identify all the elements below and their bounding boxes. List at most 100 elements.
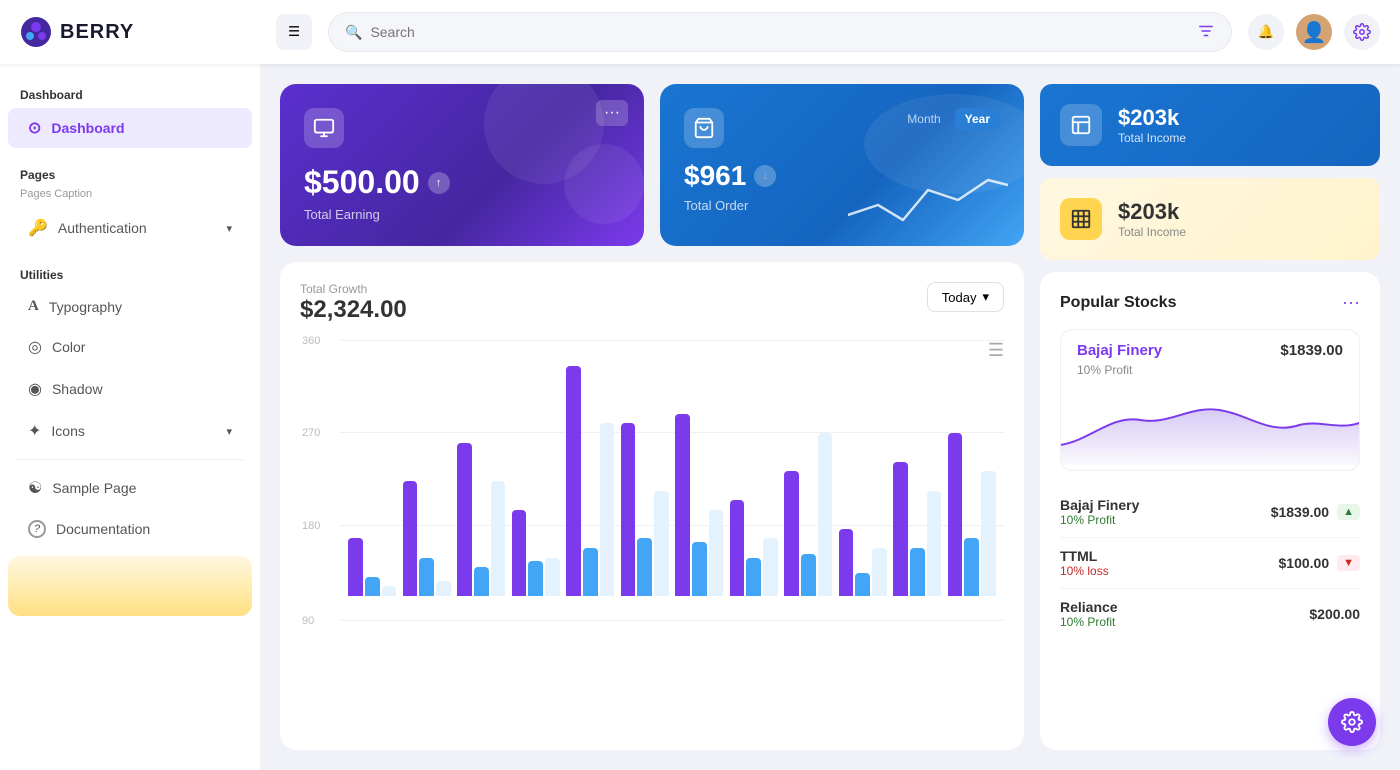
sidebar-item-icons[interactable]: ✦ Icons ▾ [8, 411, 252, 451]
stock-featured: Bajaj Finery $1839.00 10% Profit [1060, 329, 1360, 471]
sidebar-divider [16, 459, 244, 460]
typography-icon: A [28, 298, 39, 315]
bar [964, 538, 979, 596]
earning-card: ··· $500.00 ↑ Total Earning [280, 84, 644, 246]
income-yellow-icon [1060, 198, 1102, 240]
bar [528, 561, 543, 596]
income-blue-label: Total Income [1118, 131, 1186, 145]
bg-decoration-2 [564, 144, 644, 224]
stock-name-1: Bajaj Finery [1060, 497, 1139, 513]
bar [600, 423, 615, 596]
bar [784, 471, 799, 596]
grid-label-90: 90 [302, 615, 314, 627]
featured-stock-name: Bajaj Finery [1077, 342, 1162, 359]
table-row: TTML 10% loss $100.00 ▼ [1060, 538, 1360, 589]
more-button[interactable]: ··· [596, 100, 628, 126]
today-button[interactable]: Today ▾ [927, 282, 1004, 312]
avatar[interactable]: 👤 [1296, 14, 1332, 50]
bar [583, 548, 598, 596]
bar [910, 548, 925, 596]
stock-profit-3: 10% Profit [1060, 615, 1118, 629]
bar [566, 366, 581, 596]
bar [746, 558, 761, 596]
stock-name-3: Reliance [1060, 599, 1118, 615]
sidebar-item-shadow[interactable]: ◉ Shadow [8, 369, 252, 409]
notification-button[interactable]: 🔔 [1248, 14, 1284, 50]
bell-icon: 🔔 [1258, 24, 1275, 40]
order-icon [684, 108, 724, 148]
stocks-card: Popular Stocks ··· Bajaj Finery $1839.00… [1040, 272, 1380, 750]
bar [637, 538, 652, 596]
chevron-down-icon-2: ▾ [226, 425, 232, 438]
menu-icon: ☰ [288, 24, 300, 40]
dropdown-arrow-icon: ▾ [982, 289, 989, 305]
featured-stock-profit: 10% Profit [1061, 363, 1359, 385]
bar [403, 481, 418, 596]
sidebar-item-documentation[interactable]: ? Documentation [8, 510, 252, 548]
header-actions: 🔔 👤 [1248, 14, 1380, 50]
bar-chart: 360 270 180 90 [300, 340, 1004, 620]
bar [818, 433, 833, 596]
sidebar: Dashboard ⊙ Dashboard Pages Pages Captio… [0, 64, 260, 770]
bar-group [893, 462, 942, 596]
menu-button[interactable]: ☰ [276, 14, 312, 50]
bar-group [512, 510, 561, 596]
stock-badge-2: ▼ [1337, 555, 1360, 571]
auth-icon: 🔑 [28, 218, 48, 238]
chevron-down-icon: ▾ [226, 222, 232, 235]
search-bar: 🔍 [328, 12, 1232, 52]
income-yellow-info: $203k Total Income [1118, 199, 1186, 239]
content-area: ··· $500.00 ↑ Total Earning [260, 64, 1400, 770]
table-row: Reliance 10% Profit $200.00 [1060, 589, 1360, 639]
header: BERRY ☰ 🔍 🔔 👤 [0, 0, 1400, 64]
stock-rows: Bajaj Finery 10% Profit $1839.00 ▲ TTML … [1060, 487, 1360, 639]
dashboard-icon: ⊙ [28, 118, 41, 138]
logo: BERRY [20, 16, 260, 48]
stock-info-1: Bajaj Finery 10% Profit [1060, 497, 1139, 527]
sidebar-section-pages: Pages [0, 160, 260, 186]
bar [474, 567, 489, 596]
logo-icon [20, 16, 52, 48]
income-card-yellow: $203k Total Income [1040, 178, 1380, 260]
featured-stock-price: $1839.00 [1280, 342, 1343, 359]
stock-featured-header: Bajaj Finery $1839.00 [1061, 330, 1359, 363]
bar-group [839, 529, 888, 596]
growth-title-group: Total Growth $2,324.00 [300, 282, 407, 324]
bar-group [457, 443, 506, 596]
bar [436, 581, 451, 596]
grid-label-270: 270 [302, 427, 320, 439]
sidebar-item-typography[interactable]: A Typography [8, 288, 252, 325]
sidebar-item-color[interactable]: ◎ Color [8, 327, 252, 367]
stock-name-2: TTML [1060, 548, 1109, 564]
stock-badge-1: ▲ [1337, 504, 1360, 520]
stock-price-2: $100.00 [1279, 555, 1330, 571]
stock-profit-2: 10% loss [1060, 564, 1109, 578]
bar [545, 558, 560, 596]
earning-icon [304, 108, 344, 148]
down-arrow-icon: ↓ [754, 165, 776, 187]
sidebar-item-authentication[interactable]: 🔑 Authentication ▾ [8, 208, 252, 248]
bar [872, 548, 887, 596]
bar [348, 538, 363, 596]
content-main: ··· $500.00 ↑ Total Earning [280, 84, 1024, 750]
growth-card: Total Growth $2,324.00 Today ▾ ☰ 360 [280, 262, 1024, 750]
stocks-more-button[interactable]: ··· [1342, 292, 1360, 313]
shadow-icon: ◉ [28, 379, 42, 399]
sidebar-item-sample-page[interactable]: ☯ Sample Page [8, 468, 252, 508]
bar [801, 554, 816, 596]
icons-icon: ✦ [28, 421, 41, 441]
bar-group [948, 433, 997, 596]
stock-info-3: Reliance 10% Profit [1060, 599, 1118, 629]
stock-info-2: TTML 10% loss [1060, 548, 1109, 578]
stocks-title: Popular Stocks [1060, 294, 1176, 312]
settings-button[interactable] [1344, 14, 1380, 50]
growth-header: Total Growth $2,324.00 Today ▾ [300, 282, 1004, 324]
sidebar-item-dashboard[interactable]: ⊙ Dashboard [8, 108, 252, 148]
bar [621, 423, 636, 596]
income-card-blue: $203k Total Income [1040, 84, 1380, 166]
fab-button[interactable] [1328, 698, 1376, 746]
filter-button[interactable] [1197, 22, 1215, 43]
bar-group [403, 481, 452, 596]
stock-right-3: $200.00 [1309, 606, 1360, 622]
search-input[interactable] [370, 24, 1189, 40]
